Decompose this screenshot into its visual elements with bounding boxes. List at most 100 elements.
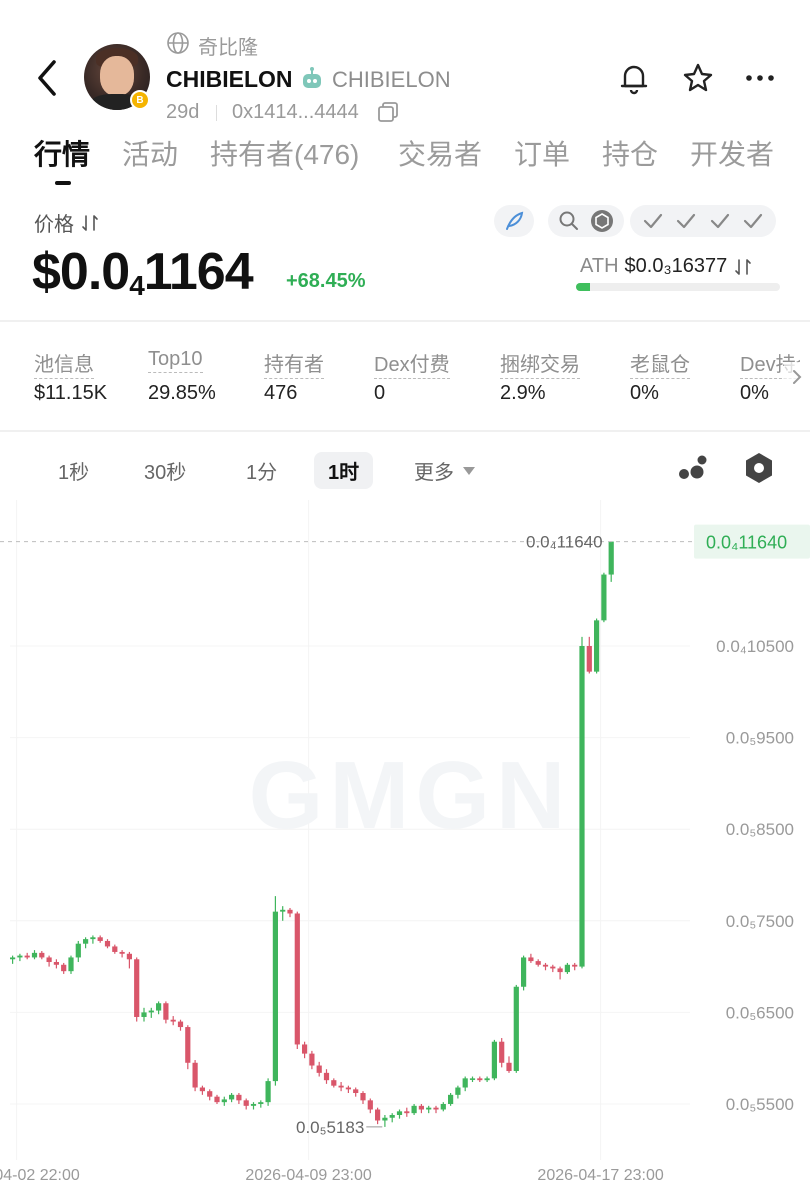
- candle-body: [499, 1041, 505, 1063]
- y-axis-label: 0.0₅7500: [726, 912, 794, 931]
- candle: [141, 1007, 147, 1022]
- interval-more[interactable]: 更多: [414, 456, 476, 485]
- check-icon: [710, 213, 729, 229]
- candle-body: [148, 1010, 154, 1013]
- candle: [170, 1016, 176, 1026]
- alert-button[interactable]: [616, 60, 652, 101]
- candle: [535, 959, 541, 967]
- feather-icon: [506, 211, 524, 230]
- candle-body: [542, 964, 549, 967]
- indicators-button[interactable]: [676, 452, 710, 489]
- candle-body: [491, 1041, 497, 1079]
- stat-label: 持有者: [264, 348, 324, 379]
- candle-body: [83, 939, 89, 944]
- candle-body: [287, 909, 293, 914]
- candle-body: [207, 1091, 213, 1097]
- stat-label: 池信息: [34, 348, 94, 379]
- cube-icon[interactable]: [590, 209, 614, 233]
- candle-body: [97, 937, 103, 941]
- more-button[interactable]: [742, 60, 778, 101]
- candle: [185, 1025, 191, 1070]
- candle: [236, 1093, 242, 1104]
- candle: [294, 911, 300, 1050]
- candle: [272, 896, 278, 1086]
- feather-button[interactable]: [494, 205, 534, 237]
- candle: [46, 955, 52, 967]
- stat-value: 0%: [740, 382, 769, 404]
- candle-body: [433, 1107, 439, 1110]
- tab-holders[interactable]: 持有者(476): [210, 133, 359, 173]
- candle-body: [185, 1027, 191, 1063]
- candle: [258, 1100, 264, 1108]
- candle: [119, 950, 125, 958]
- candle: [418, 1104, 424, 1114]
- candle: [75, 940, 81, 963]
- interval-1h[interactable]: 1时: [314, 452, 374, 489]
- tab-orders[interactable]: 订单: [514, 133, 570, 173]
- candle: [83, 937, 89, 949]
- candle: [353, 1087, 359, 1097]
- scroll-right-button[interactable]: [784, 362, 810, 392]
- back-button[interactable]: [32, 58, 62, 103]
- interval-1m[interactable]: 1分: [246, 456, 277, 485]
- candle-body: [382, 1117, 388, 1121]
- candle-body: [418, 1105, 424, 1110]
- candle: [484, 1076, 490, 1083]
- swap-icon[interactable]: [80, 213, 100, 233]
- candle: [389, 1113, 395, 1123]
- candle: [214, 1094, 220, 1104]
- last-price-label: 0.0₄11640: [526, 533, 603, 552]
- interval-1s[interactable]: 1秒: [58, 456, 89, 485]
- contract-address[interactable]: 0x1414...4444: [232, 101, 359, 124]
- swap-icon[interactable]: [733, 257, 753, 277]
- candle-body: [177, 1021, 184, 1028]
- candle-body: [396, 1111, 403, 1115]
- interval-30s[interactable]: 30秒: [144, 456, 186, 485]
- candle-body: [134, 959, 140, 1017]
- robot-icon: [298, 65, 326, 98]
- candle: [448, 1093, 454, 1106]
- candle: [360, 1091, 366, 1104]
- min-price-label: 0.0₅5183: [296, 1118, 364, 1137]
- candle-body: [572, 964, 578, 967]
- candle-body: [199, 1087, 205, 1092]
- chart-watermark: GMGN: [249, 742, 572, 849]
- price-chart[interactable]: GMGN 0.0₄11640 0.0₄11640 0.0₅5183 0.0₄1050…: [0, 500, 810, 1200]
- favorite-button[interactable]: [680, 60, 716, 101]
- copy-icon[interactable]: [376, 100, 400, 129]
- candle-body: [75, 943, 81, 958]
- candle-body: [462, 1078, 468, 1088]
- candle-body: [455, 1087, 461, 1095]
- candle-body: [594, 620, 600, 672]
- tab-traders[interactable]: 交易者: [398, 133, 482, 173]
- tab-developer[interactable]: 开发者: [690, 133, 774, 173]
- candle: [345, 1085, 351, 1094]
- tab-positions[interactable]: 持仓: [602, 133, 658, 173]
- stat-value: $11.15K: [34, 382, 108, 404]
- candle: [97, 935, 103, 943]
- candle-body: [557, 968, 563, 973]
- candle: [287, 907, 293, 918]
- candle-body: [389, 1114, 395, 1118]
- candle: [250, 1102, 257, 1110]
- tab-market[interactable]: 行情: [34, 133, 90, 173]
- candle: [68, 955, 74, 974]
- candle: [331, 1078, 337, 1088]
- stat-value: 476: [264, 382, 298, 404]
- y-axis-label: 0.0₅9500: [726, 729, 794, 748]
- chart-settings-button[interactable]: [742, 451, 776, 490]
- candle-body: [535, 961, 541, 965]
- candle: [39, 951, 45, 960]
- x-axis-label: 2026-04-17 23:00: [537, 1167, 663, 1184]
- divider: [0, 320, 810, 322]
- candle-body: [323, 1072, 330, 1081]
- search-icon[interactable]: [558, 210, 580, 232]
- tab-activity[interactable]: 活动: [122, 133, 178, 173]
- candle-body: [221, 1099, 227, 1103]
- candle: [411, 1104, 417, 1115]
- y-axis-label: 0.0₅5500: [726, 1095, 794, 1114]
- candle: [564, 962, 570, 974]
- candle: [10, 955, 16, 964]
- candle: [579, 636, 585, 969]
- candle: [513, 984, 519, 1073]
